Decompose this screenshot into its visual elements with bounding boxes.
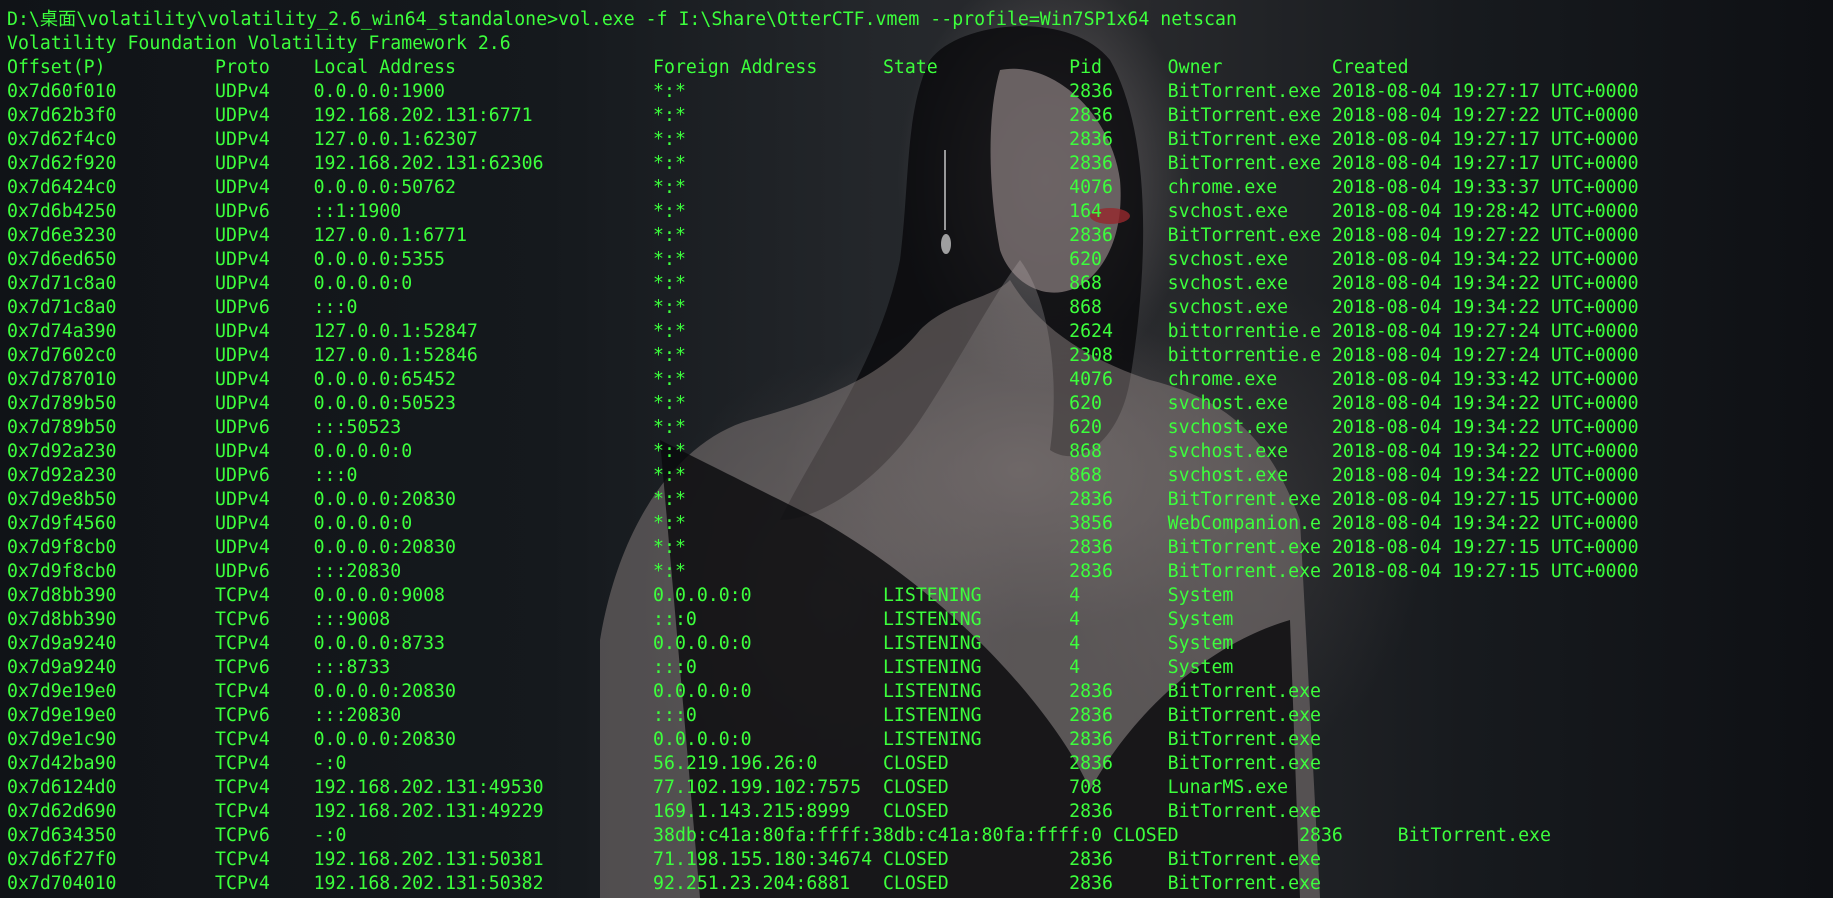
netscan-row: 0x7d6ed650 UDPv4 0.0.0.0:5355 *:* 620 sv… <box>7 249 1639 270</box>
netscan-row: 0x7d9a9240 TCPv4 0.0.0.0:8733 0.0.0.0:0 … <box>7 633 1234 654</box>
console-output[interactable]: D:\桌面\volatility\volatility_2.6_win64_st… <box>7 8 1639 896</box>
netscan-row: 0x7d9f4560 UDPv4 0.0.0.0:0 *:* 3856 WebC… <box>7 513 1639 534</box>
netscan-row: 0x7d92a230 UDPv6 :::0 *:* 868 svchost.ex… <box>7 465 1639 486</box>
netscan-row: 0x7d634350 TCPv6 -:0 38db:c41a:80fa:ffff… <box>7 825 1551 846</box>
netscan-column-headers: Offset(P) Proto Local Address Foreign Ad… <box>7 57 1409 78</box>
netscan-row: 0x7d62b3f0 UDPv4 192.168.202.131:6771 *:… <box>7 105 1639 126</box>
netscan-row: 0x7d9a9240 TCPv6 :::8733 :::0 LISTENING … <box>7 657 1234 678</box>
netscan-row: 0x7d6e3230 UDPv4 127.0.0.1:6771 *:* 2836… <box>7 225 1639 246</box>
netscan-row: 0x7d9e8b50 UDPv4 0.0.0.0:20830 *:* 2836 … <box>7 489 1639 510</box>
netscan-row: 0x7d787010 UDPv4 0.0.0.0:65452 *:* 4076 … <box>7 369 1639 390</box>
netscan-row: 0x7d6124d0 TCPv4 192.168.202.131:49530 7… <box>7 777 1289 798</box>
netscan-row: 0x7d789b50 UDPv6 :::50523 *:* 620 svchos… <box>7 417 1639 438</box>
netscan-row: 0x7d42ba90 TCPv4 -:0 56.219.196.26:0 CLO… <box>7 753 1321 774</box>
netscan-row: 0x7d7602c0 UDPv4 127.0.0.1:52846 *:* 230… <box>7 345 1639 366</box>
netscan-row: 0x7d9f8cb0 UDPv6 :::20830 *:* 2836 BitTo… <box>7 561 1639 582</box>
terminal-window[interactable]: D:\桌面\volatility\volatility_2.6_win64_st… <box>0 0 1833 898</box>
netscan-row: 0x7d6424c0 UDPv4 0.0.0.0:50762 *:* 4076 … <box>7 177 1639 198</box>
netscan-row: 0x7d6b4250 UDPv6 ::1:1900 *:* 164 svchos… <box>7 201 1639 222</box>
netscan-row: 0x7d9f8cb0 UDPv4 0.0.0.0:20830 *:* 2836 … <box>7 537 1639 558</box>
netscan-row: 0x7d9e19e0 TCPv4 0.0.0.0:20830 0.0.0.0:0… <box>7 681 1321 702</box>
volatility-banner: Volatility Foundation Volatility Framewo… <box>7 33 511 54</box>
netscan-row: 0x7d71c8a0 UDPv6 :::0 *:* 868 svchost.ex… <box>7 297 1639 318</box>
netscan-row: 0x7d62d690 TCPv4 192.168.202.131:49229 1… <box>7 801 1321 822</box>
netscan-results: 0x7d60f010 UDPv4 0.0.0.0:1900 *:* 2836 B… <box>7 80 1639 896</box>
netscan-row: 0x7d60f010 UDPv4 0.0.0.0:1900 *:* 2836 B… <box>7 81 1639 102</box>
netscan-row: 0x7d71c8a0 UDPv4 0.0.0.0:0 *:* 868 svcho… <box>7 273 1639 294</box>
netscan-row: 0x7d74a390 UDPv4 127.0.0.1:52847 *:* 262… <box>7 321 1639 342</box>
netscan-row: 0x7d9e19e0 TCPv6 :::20830 :::0 LISTENING… <box>7 705 1321 726</box>
netscan-row: 0x7d6f27f0 TCPv4 192.168.202.131:50381 7… <box>7 849 1321 870</box>
netscan-row: 0x7d704010 TCPv4 192.168.202.131:50382 9… <box>7 873 1321 894</box>
netscan-row: 0x7d8bb390 TCPv6 :::9008 :::0 LISTENING … <box>7 609 1234 630</box>
netscan-row: 0x7d62f920 UDPv4 192.168.202.131:62306 *… <box>7 153 1639 174</box>
netscan-row: 0x7d789b50 UDPv4 0.0.0.0:50523 *:* 620 s… <box>7 393 1639 414</box>
command-prompt-line: D:\桌面\volatility\volatility_2.6_win64_st… <box>7 9 1237 30</box>
netscan-row: 0x7d62f4c0 UDPv4 127.0.0.1:62307 *:* 283… <box>7 129 1639 150</box>
netscan-row: 0x7d92a230 UDPv4 0.0.0.0:0 *:* 868 svcho… <box>7 441 1639 462</box>
netscan-row: 0x7d9e1c90 TCPv4 0.0.0.0:20830 0.0.0.0:0… <box>7 729 1321 750</box>
netscan-row: 0x7d8bb390 TCPv4 0.0.0.0:9008 0.0.0.0:0 … <box>7 585 1234 606</box>
